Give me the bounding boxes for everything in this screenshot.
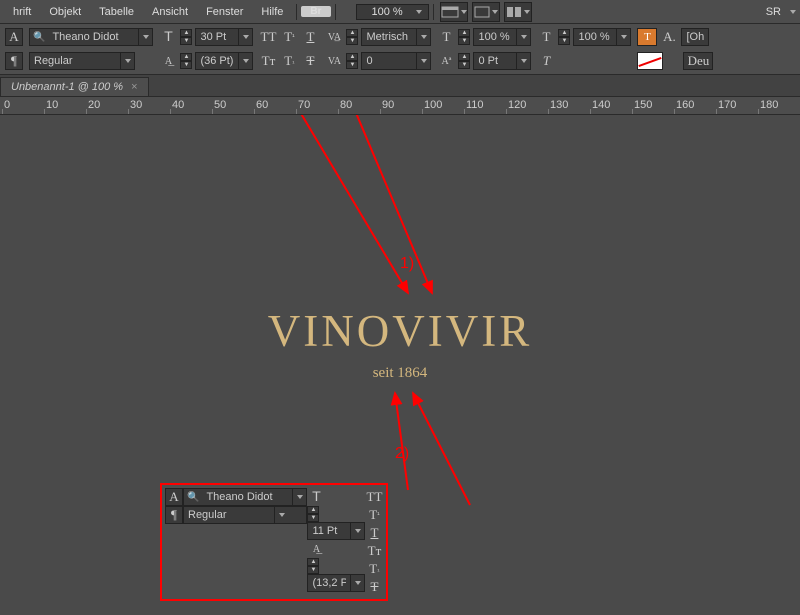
menu-tabelle[interactable]: Tabelle <box>90 6 143 18</box>
para-panel-icon[interactable]: ¶ <box>5 52 23 70</box>
annotation-1: 1) <box>400 255 414 273</box>
track-stepper[interactable]: ▲▼ <box>346 53 358 69</box>
lang-indicator[interactable]: SR <box>757 6 790 18</box>
zoom-select[interactable]: 100 % <box>356 4 429 20</box>
smallcaps-icon[interactable]: Tᴛ <box>365 542 383 560</box>
stroke-color[interactable] <box>637 52 663 70</box>
smallcaps-icon[interactable]: Tᴛ <box>259 52 277 70</box>
baseline-stepper[interactable]: ▲▼ <box>458 53 470 69</box>
document-tabs: Unbenannt-1 @ 100 %× <box>0 75 800 97</box>
bridge-button[interactable]: Br <box>301 6 330 17</box>
annotation-2: 2) <box>395 445 409 463</box>
canvas[interactable]: VINOVIVIR seit 1864 1) 2) A ¶ 🔍 𝖳▲▼ A͟▲▼… <box>0 115 800 605</box>
hscale-stepper[interactable]: ▲▼ <box>558 29 570 45</box>
vscale-stepper[interactable]: ▲▼ <box>458 29 470 45</box>
char-panel-icon-2[interactable]: A <box>165 488 183 506</box>
strike-icon[interactable]: T <box>365 578 383 596</box>
subscript-icon[interactable]: T₁ <box>365 560 383 578</box>
tracking-icon: VA <box>325 52 343 70</box>
search-icon: 🔍 <box>30 32 48 43</box>
menu-fenster[interactable]: Fenster <box>197 6 252 18</box>
superscript-icon[interactable]: T¹ <box>280 28 298 46</box>
lang-button[interactable]: Deu <box>683 52 713 70</box>
kerning-icon: VA̲ <box>325 28 343 46</box>
baseline-input[interactable] <box>473 52 531 70</box>
charstyle-input[interactable] <box>681 28 709 46</box>
font-style-input[interactable] <box>29 52 135 70</box>
menu-hilfe[interactable]: Hilfe <box>252 6 292 18</box>
menu-schrift[interactable]: hrift <box>4 6 40 18</box>
ruler: 0102030405060708090100110120130140150160… <box>0 97 800 115</box>
kerning-input[interactable] <box>361 28 431 46</box>
float-leading-input[interactable] <box>307 574 365 592</box>
float-size-input[interactable] <box>307 522 365 540</box>
underline-icon[interactable]: T <box>301 28 319 46</box>
control-bar: A ¶ 🔍 𝖳▲▼ A͟▲▼ TTT¹T TᴛT₁T VA̲▲▼ VA▲▼ T▲… <box>0 24 800 75</box>
char-panel-icon[interactable]: A <box>5 28 23 46</box>
float-style-input[interactable] <box>183 506 307 524</box>
superscript-icon[interactable]: T¹ <box>365 506 383 524</box>
close-icon[interactable]: × <box>131 81 137 93</box>
menubar: hrift Objekt Tabelle Ansicht Fenster Hil… <box>0 0 800 24</box>
size-stepper[interactable]: ▲▼ <box>180 29 192 45</box>
hscale-input[interactable] <box>573 28 631 46</box>
view-mode-2[interactable] <box>472 2 500 22</box>
baseline-icon: Aª <box>437 52 455 70</box>
subline-text[interactable]: seit 1864 <box>373 365 428 382</box>
skew-icon: T <box>537 52 555 70</box>
allcaps-icon[interactable]: TT <box>259 28 277 46</box>
float-font-input[interactable]: 🔍 <box>183 488 307 506</box>
kern-stepper[interactable]: ▲▼ <box>346 29 358 45</box>
font-size-icon: 𝖳 <box>159 28 177 46</box>
headline-text[interactable]: VINOVIVIR <box>268 305 532 357</box>
view-mode-1[interactable] <box>440 2 468 22</box>
floating-char-panel: A ¶ 🔍 𝖳▲▼ A͟▲▼ TTT¹T TᴛT₁T <box>160 483 388 601</box>
float-leading-stepper[interactable]: ▲▼ <box>307 558 319 574</box>
leading-stepper[interactable]: ▲▼ <box>180 53 192 69</box>
font-size-input[interactable] <box>195 28 253 46</box>
font-size-icon: 𝖳 <box>307 488 325 506</box>
search-icon: 🔍 <box>184 492 202 503</box>
vscale-icon: T <box>437 28 455 46</box>
menu-ansicht[interactable]: Ansicht <box>143 6 197 18</box>
document-tab[interactable]: Unbenannt-1 @ 100 %× <box>0 77 149 96</box>
strike-icon[interactable]: T <box>301 52 319 70</box>
para-panel-icon-2[interactable]: ¶ <box>165 506 183 524</box>
leading-input[interactable] <box>195 52 253 70</box>
float-size-stepper[interactable]: ▲▼ <box>307 506 319 522</box>
charstyle-icon: A. <box>660 28 678 46</box>
allcaps-icon[interactable]: TT <box>365 488 383 506</box>
hscale-icon: T <box>537 28 555 46</box>
leading-icon: A͟ <box>307 540 325 558</box>
tracking-input[interactable] <box>361 52 431 70</box>
underline-icon[interactable]: T <box>365 524 383 542</box>
fill-color[interactable]: T <box>637 28 657 46</box>
leading-icon: A͟ <box>159 52 177 70</box>
font-family-input[interactable]: 🔍 <box>29 28 153 46</box>
menu-objekt[interactable]: Objekt <box>40 6 90 18</box>
subscript-icon[interactable]: T₁ <box>280 52 298 70</box>
view-mode-3[interactable] <box>504 2 532 22</box>
vscale-input[interactable] <box>473 28 531 46</box>
